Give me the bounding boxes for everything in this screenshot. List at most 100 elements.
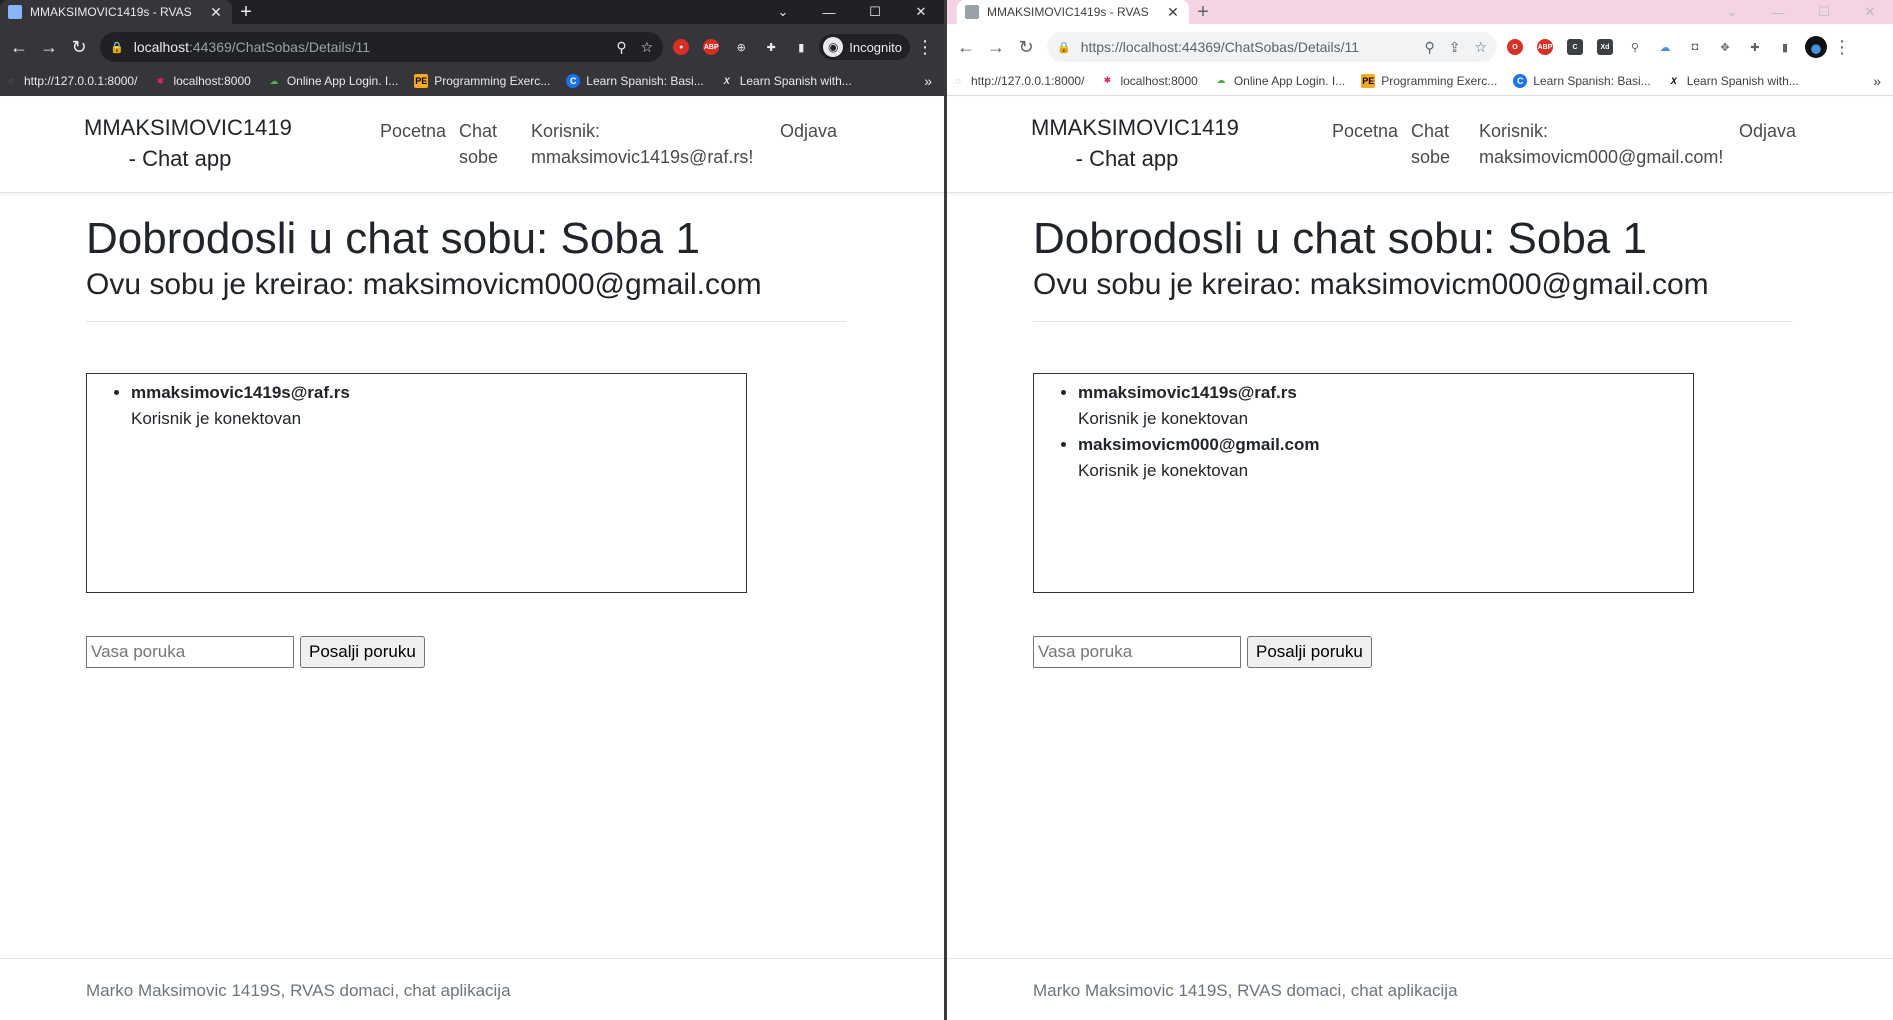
site-brand-link[interactable]: MMAKSIMOVIC1419 - Chat app <box>1031 112 1239 174</box>
address-url[interactable]: https://localhost:44369/ChatSobas/Detail… <box>1081 39 1411 55</box>
arrow-right-icon: → <box>987 36 1005 57</box>
o-icon: O <box>1507 39 1523 55</box>
extensions-button[interactable]: ✚ <box>759 35 783 59</box>
more-bookmarks-icon[interactable]: » <box>1873 73 1889 89</box>
list-item: mmaksimovic1419s@raf.rs Korisnik je kone… <box>1078 380 1693 432</box>
puzzle-icon: ✚ <box>1750 41 1760 54</box>
nav-home-link[interactable]: Pocetna <box>380 118 446 144</box>
minimize-icon[interactable]: — <box>806 0 852 24</box>
back-button[interactable]: ← <box>951 32 981 62</box>
move-icon: ✥ <box>1720 41 1730 54</box>
extension-button[interactable]: ● <box>669 35 693 59</box>
close-tab-icon[interactable]: ✕ <box>1165 4 1181 21</box>
minimize-icon[interactable]: — <box>1755 0 1801 24</box>
side-panel-button[interactable]: ▮ <box>1773 35 1797 59</box>
bookmark-item[interactable]: ☁ Online App Login. I... <box>267 74 398 88</box>
adblock-extension-button[interactable]: ABP <box>699 35 723 59</box>
new-tab-button[interactable]: + <box>232 0 260 24</box>
nav-chat-rooms-link[interactable]: Chat sobe <box>459 118 499 170</box>
close-window-icon[interactable]: ✕ <box>898 0 944 24</box>
bookmark-item[interactable]: ◌ http://127.0.0.1:8000/ <box>4 74 137 88</box>
bookmark-label: localhost:8000 <box>173 74 251 88</box>
nav-home-link[interactable]: Pocetna <box>1332 118 1398 144</box>
browser-tab[interactable]: MMAKSIMOVIC1419s - RVAS ✕ <box>0 0 232 24</box>
web-page: MMAKSIMOVIC1419 - Chat app Pocetna Chat … <box>0 98 944 1020</box>
tab-strip: MMAKSIMOVIC1419s - RVAS ✕ + ⌄ — ☐ ✕ <box>947 0 1893 24</box>
address-bar[interactable]: 🔒 localhost:44369/ChatSobas/Details/11 ⚲… <box>100 32 664 62</box>
nav-logout-link[interactable]: Odjava <box>1739 118 1796 144</box>
tab-search-icon[interactable]: ⌄ <box>760 0 806 24</box>
ext-button[interactable]: Xd <box>1593 35 1617 59</box>
star-icon[interactable]: ☆ <box>641 39 654 56</box>
bookmark-item[interactable]: ✱ localhost:8000 <box>153 74 251 88</box>
zoom-icon[interactable]: ⚲ <box>616 39 626 56</box>
reload-button[interactable]: ↻ <box>1011 32 1041 62</box>
site-brand-link[interactable]: MMAKSIMOVIC1419 - Chat app <box>84 112 292 174</box>
bookmark-label: http://127.0.0.1:8000/ <box>24 74 138 88</box>
browser-menu-button[interactable]: ⋮ <box>910 32 940 62</box>
close-window-icon[interactable]: ✕ <box>1847 0 1893 24</box>
bookmark-item[interactable]: C Learn Spanish: Basi... <box>566 74 704 88</box>
leaf-favicon-icon: ☁ <box>1216 75 1226 85</box>
bookmark-item[interactable]: C Learn Spanish: Basi... <box>1513 73 1651 88</box>
side-panel-button[interactable]: ▮ <box>789 35 813 59</box>
share-icon[interactable]: ⇪ <box>1449 39 1461 56</box>
incognito-indicator[interactable]: ◉ Incognito <box>819 34 910 60</box>
address-url[interactable]: localhost:44369/ChatSobas/Details/11 <box>134 39 603 55</box>
new-tab-button[interactable]: + <box>1189 0 1217 24</box>
bookmark-item[interactable]: PE Programming Exerc... <box>1361 73 1498 88</box>
adblock-extension-button[interactable]: ABP <box>1533 35 1557 59</box>
globe-icon: ◌ <box>8 76 14 86</box>
extension-globe-button[interactable]: ⊕ <box>729 35 753 59</box>
maximize-icon[interactable]: ☐ <box>1801 0 1847 24</box>
zoom-icon[interactable]: ⚲ <box>1424 39 1434 56</box>
extensions-button[interactable]: ✚ <box>1743 35 1767 59</box>
browser-menu-button[interactable]: ⋮ <box>1827 32 1857 62</box>
xd-icon: Xd <box>1597 39 1613 55</box>
message-form: Posalji poruku <box>1033 636 1372 668</box>
tab-search-icon[interactable]: ⌄ <box>1709 0 1755 24</box>
page-favicon-icon <box>8 5 22 19</box>
ext-button[interactable]: C <box>1563 35 1587 59</box>
bookmark-label: Programming Exerc... <box>1381 73 1498 88</box>
bookmark-item[interactable]: X Learn Spanish with... <box>720 74 852 88</box>
more-bookmarks-icon[interactable]: » <box>924 73 940 89</box>
star-icon[interactable]: ☆ <box>1474 39 1487 56</box>
nav-current-user: Korisnik: mmaksimovic1419s@raf.rs! <box>531 118 771 170</box>
bookmark-item[interactable]: ☁ Online App Login. I... <box>1214 74 1345 88</box>
bookmark-item[interactable]: ◌ http://127.0.0.1:8000/ <box>951 74 1084 88</box>
bookmark-label: Learn Spanish with... <box>1686 73 1799 88</box>
address-bar[interactable]: 🔒 https://localhost:44369/ChatSobas/Deta… <box>1047 32 1497 62</box>
back-button[interactable]: ← <box>4 32 34 62</box>
bookmark-item[interactable]: PE Programming Exerc... <box>414 74 550 88</box>
browser-tab[interactable]: MMAKSIMOVIC1419s - RVAS ✕ <box>957 0 1189 24</box>
pe-favicon-icon: PE <box>1361 73 1376 88</box>
c-favicon-icon: C <box>566 74 581 88</box>
close-tab-icon[interactable]: ✕ <box>208 4 224 21</box>
profile-avatar[interactable] <box>1805 36 1827 58</box>
main-content: Dobrodosli u chat sobu: Soba 1 Ovu sobu … <box>1033 213 1793 322</box>
lock-icon[interactable]: 🔒 <box>110 41 124 54</box>
lock-icon[interactable]: 🔒 <box>1057 41 1071 54</box>
ext-button[interactable]: ✥ <box>1713 35 1737 59</box>
send-message-button[interactable]: Posalji poruku <box>1247 636 1372 668</box>
ext-button[interactable]: ◘ <box>1683 35 1707 59</box>
message-input[interactable] <box>86 636 294 668</box>
reload-button[interactable]: ↻ <box>64 32 94 62</box>
opera-extension-button[interactable]: O <box>1503 35 1527 59</box>
bookmark-label: Online App Login. I... <box>286 74 399 88</box>
ext-button[interactable]: ⚲ <box>1623 35 1647 59</box>
forward-button[interactable]: → <box>34 32 64 62</box>
send-message-button[interactable]: Posalji poruku <box>300 636 425 668</box>
user-status: Korisnik je konektovan <box>1078 409 1249 428</box>
ext-button[interactable]: ☁ <box>1653 35 1677 59</box>
message-input[interactable] <box>1033 636 1241 668</box>
nav-chat-rooms-link[interactable]: Chat sobe <box>1411 118 1451 170</box>
nav-logout-link[interactable]: Odjava <box>780 118 837 144</box>
side-panel-icon: ▮ <box>1781 41 1789 54</box>
bookmark-item[interactable]: X Learn Spanish with... <box>1667 74 1799 88</box>
forward-button[interactable]: → <box>981 32 1011 62</box>
maximize-icon[interactable]: ☐ <box>852 0 898 24</box>
bookmark-item[interactable]: ✱ localhost:8000 <box>1100 74 1198 88</box>
page-title: Dobrodosli u chat sobu: Soba 1 <box>86 214 700 263</box>
